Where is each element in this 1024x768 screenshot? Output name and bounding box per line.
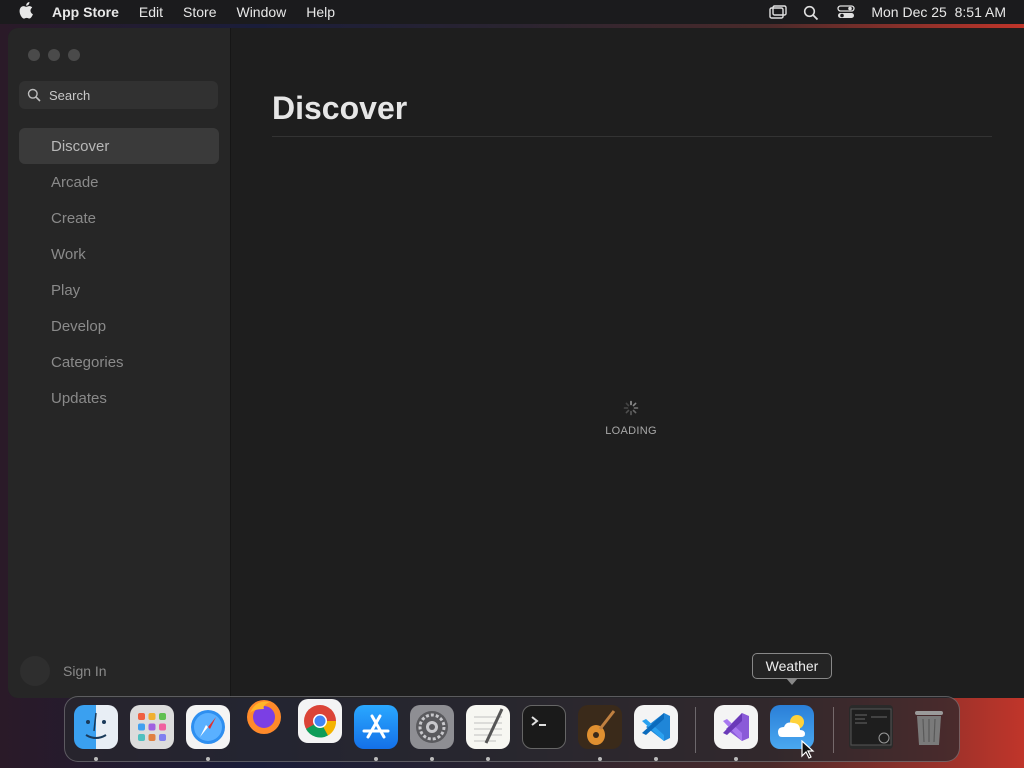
sign-in-label: Sign In bbox=[63, 663, 107, 679]
apple-menu-icon[interactable] bbox=[0, 1, 52, 24]
sidebar-item-work[interactable]: Work bbox=[19, 236, 219, 272]
visual-studio-icon[interactable] bbox=[714, 705, 758, 749]
running-indicator bbox=[598, 757, 602, 761]
textedit-icon[interactable] bbox=[466, 705, 510, 749]
window-preview-icon[interactable] bbox=[849, 705, 893, 749]
finder-icon[interactable] bbox=[74, 705, 118, 749]
safari-icon[interactable] bbox=[186, 705, 230, 749]
control-center-icon[interactable] bbox=[837, 5, 856, 19]
running-indicator bbox=[374, 757, 378, 761]
trash-icon[interactable] bbox=[907, 705, 951, 749]
firefox-icon[interactable] bbox=[242, 695, 286, 739]
search-placeholder: Search bbox=[49, 87, 91, 103]
spinner-icon bbox=[623, 400, 639, 416]
sidebar-item-create[interactable]: Create bbox=[19, 200, 219, 236]
page-title: Discover bbox=[272, 90, 408, 126]
search-field[interactable]: Search bbox=[19, 81, 218, 109]
avatar bbox=[20, 656, 50, 686]
sidebar: Search Discover Arcade Create Work Play … bbox=[8, 28, 231, 698]
minimize-window-button[interactable] bbox=[48, 49, 60, 61]
sidebar-item-arcade[interactable]: Arcade bbox=[19, 164, 219, 200]
sign-in-button[interactable]: Sign In bbox=[20, 656, 107, 686]
app-store-icon[interactable] bbox=[354, 705, 398, 749]
sidebar-item-discover[interactable]: Discover bbox=[19, 128, 219, 164]
menu-clock[interactable]: Mon Dec 25 8:51 AM bbox=[871, 4, 1006, 20]
sidebar-item-play[interactable]: Play bbox=[19, 272, 219, 308]
sidebar-item-updates[interactable]: Updates bbox=[19, 380, 219, 416]
loading-indicator: LOADING bbox=[591, 400, 671, 437]
chrome-icon[interactable] bbox=[298, 699, 342, 743]
sidebar-item-categories[interactable]: Categories bbox=[19, 344, 219, 380]
garageband-icon[interactable] bbox=[578, 705, 622, 749]
dock-tooltip: Weather bbox=[752, 653, 832, 679]
close-window-button[interactable] bbox=[28, 49, 40, 61]
search-icon bbox=[27, 88, 41, 102]
spotlight-search-icon[interactable] bbox=[803, 5, 821, 21]
menu-window[interactable]: Window bbox=[236, 4, 286, 20]
app-store-window: Search Discover Arcade Create Work Play … bbox=[8, 28, 1024, 698]
running-indicator bbox=[486, 757, 490, 761]
sidebar-item-develop[interactable]: Develop bbox=[19, 308, 219, 344]
menu-bar: App Store Edit Store Window Help Mon Dec… bbox=[0, 0, 1024, 24]
screen-mirroring-icon[interactable] bbox=[769, 5, 788, 19]
tooltip-arrow bbox=[786, 678, 798, 685]
vscode-icon[interactable] bbox=[634, 705, 678, 749]
sidebar-nav: Discover Arcade Create Work Play Develop… bbox=[19, 128, 219, 416]
menu-help[interactable]: Help bbox=[306, 4, 335, 20]
running-indicator bbox=[206, 757, 210, 761]
zoom-window-button[interactable] bbox=[68, 49, 80, 61]
mouse-cursor-icon bbox=[801, 739, 815, 765]
title-divider bbox=[272, 136, 992, 137]
menu-store[interactable]: Store bbox=[183, 4, 216, 20]
loading-label: LOADING bbox=[605, 425, 657, 437]
dock-separator bbox=[833, 707, 834, 753]
terminal-icon[interactable] bbox=[522, 705, 566, 749]
launchpad-icon[interactable] bbox=[130, 705, 174, 749]
dock-separator bbox=[695, 707, 696, 753]
running-indicator bbox=[734, 757, 738, 761]
running-indicator bbox=[654, 757, 658, 761]
running-indicator bbox=[430, 757, 434, 761]
menu-edit[interactable]: Edit bbox=[139, 4, 163, 20]
main-content: Discover LOADING bbox=[231, 28, 1024, 698]
system-settings-icon[interactable] bbox=[410, 705, 454, 749]
running-indicator bbox=[94, 757, 98, 761]
dock bbox=[64, 696, 960, 762]
menu-app-name[interactable]: App Store bbox=[52, 4, 119, 20]
